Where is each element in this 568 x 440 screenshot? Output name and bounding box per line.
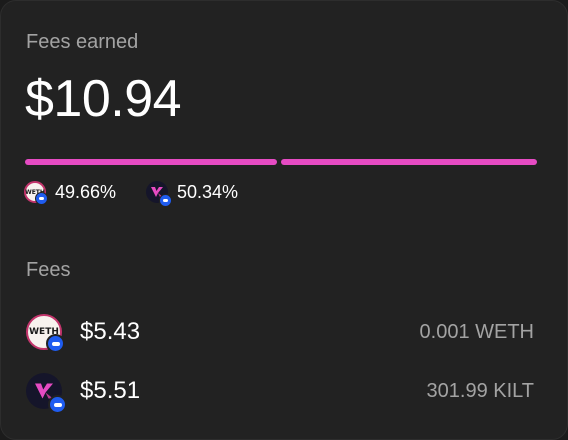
kilt-share: 50.34%: [146, 179, 239, 207]
weth-token-icon: WETH: [24, 181, 48, 205]
kilt-token-icon: [26, 373, 67, 414]
kilt-share-percent: 50.34%: [177, 181, 239, 202]
kilt-fee-amount: 301.99 KILT: [426, 379, 534, 402]
fees-section-label: Fees: [26, 259, 71, 281]
base-chain-badge-icon: [48, 395, 67, 414]
weth-token-icon: WETH: [26, 314, 65, 353]
base-chain-badge-icon: [46, 334, 65, 353]
weth-share-bar: [25, 159, 277, 165]
kilt-share-bar: [281, 159, 537, 165]
fee-row-weth: WETH $5.43 0.001 WETH: [26, 312, 534, 353]
base-chain-badge-icon: [35, 192, 48, 205]
weth-share: WETH 49.66%: [24, 179, 116, 205]
fee-row-kilt: $5.51 301.99 KILT: [26, 371, 534, 414]
fees-earned-label: Fees earned: [26, 31, 139, 53]
kilt-fee-usd: $5.51: [80, 377, 141, 404]
weth-fee-amount: 0.001 WETH: [419, 320, 534, 343]
weth-fee-usd: $5.43: [80, 318, 141, 345]
fees-earned-card: Fees earned $10.94 WETH 49.66% 50.34% Fe…: [0, 0, 568, 440]
kilt-token-icon: [146, 181, 172, 207]
total-fees-value: $10.94: [25, 70, 182, 128]
base-chain-badge-icon: [159, 194, 172, 207]
weth-share-percent: 49.66%: [55, 181, 117, 202]
